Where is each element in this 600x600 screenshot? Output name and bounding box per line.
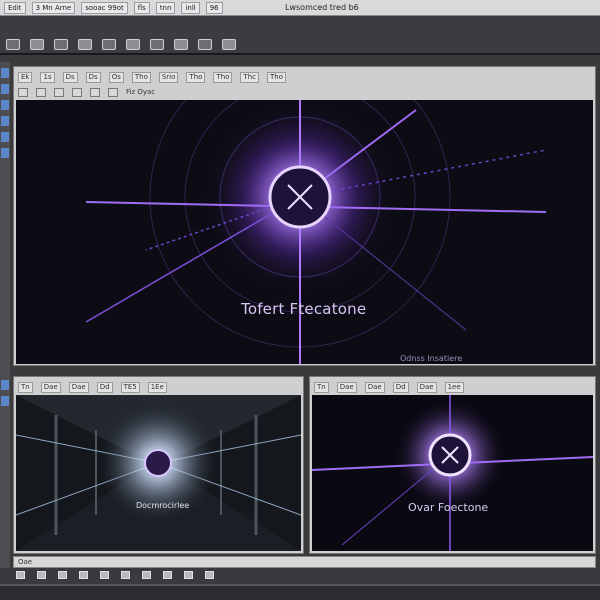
panel-tab[interactable]: Dae [68, 381, 89, 393]
panel-tab[interactable]: Tho [213, 71, 233, 83]
rail-marker-icon[interactable] [1, 84, 9, 94]
panel-tab[interactable]: Dae [40, 381, 61, 393]
transport-button-icon[interactable] [205, 571, 214, 579]
menu-item[interactable]: fls [133, 1, 150, 14]
tool-button-icon[interactable] [54, 39, 68, 50]
rail-marker-icon[interactable] [1, 148, 9, 158]
panel-tab[interactable]: Tho [186, 71, 206, 83]
right-panel-tabs: Tn Dae Dae Dd Dae 1ee [314, 381, 591, 393]
glow-artwork [312, 395, 593, 551]
main-viewer-panel: Ek 1s Ds Ds Os Tho Srio Tho Tho Thc Tho … [13, 66, 596, 366]
sub-tool-icon[interactable] [72, 87, 82, 97]
sub-tool-label: Fiz Oyac [126, 88, 156, 96]
tool-button-icon[interactable] [150, 39, 164, 50]
menu-item[interactable]: sooac 99ot [81, 1, 128, 14]
panel-tab[interactable]: TE5 [120, 381, 140, 393]
menu-items: Edit 3 Mn Arne sooac 99ot fls tnn inll 9… [0, 1, 223, 14]
sub-tool-icon[interactable] [18, 87, 28, 97]
rail-marker-icon[interactable] [1, 380, 9, 390]
transport-button-icon[interactable] [58, 571, 67, 579]
menu-bar: Edit 3 Mn Arne sooac 99ot fls tnn inll 9… [0, 0, 600, 16]
main-panel-tabs: Ek 1s Ds Ds Os Tho Srio Tho Tho Thc Tho [18, 71, 591, 83]
status-bar [0, 584, 600, 600]
preview-headline: Tofert Ftecatone [241, 300, 367, 318]
transport-button-icon[interactable] [142, 571, 151, 579]
transport-button-icon[interactable] [16, 571, 25, 579]
panel-tab[interactable]: Tn [314, 381, 329, 393]
panel-tab[interactable]: Dae [416, 381, 437, 393]
panel-tab[interactable]: 1s [40, 71, 55, 83]
panel-tab[interactable]: Tn [18, 381, 33, 393]
main-toolbar [0, 17, 600, 55]
sub-tool-icon[interactable] [36, 87, 46, 97]
tunnel-preview-canvas[interactable]: Docmrocirlee [16, 395, 301, 551]
right-preview-caption: Ovar Foectone [408, 501, 489, 514]
app-window: Edit 3 Mn Arne sooac 99ot fls tnn inll 9… [0, 0, 600, 600]
preview-subline: Odnss Insatiere [400, 354, 463, 363]
preview-panel-left: Tn Dae Dae Dd TE5 1Ee Docmrocirlee [13, 376, 304, 554]
tool-button-icon[interactable] [102, 39, 116, 50]
tool-button-icon[interactable] [30, 39, 44, 50]
panel-tab[interactable]: Srio [158, 71, 179, 83]
tunnel-artwork [16, 395, 301, 551]
panel-tab[interactable]: Tho [266, 71, 286, 83]
menu-item[interactable]: 3 Mn Arne [31, 1, 76, 14]
panel-tab[interactable]: Dd [96, 381, 113, 393]
panel-tab[interactable]: Dd [392, 381, 409, 393]
transport-button-icon[interactable] [184, 571, 193, 579]
left-tool-rail [0, 62, 10, 582]
transport-button-icon[interactable] [100, 571, 109, 579]
transport-button-icon[interactable] [79, 571, 88, 579]
transport-button-icon[interactable] [121, 571, 130, 579]
burst-artwork [16, 100, 593, 364]
timeline-bar[interactable]: Oae [13, 556, 596, 568]
panel-tab[interactable]: Ek [18, 71, 33, 83]
rail-marker-icon[interactable] [1, 396, 9, 406]
timeline-label: Oae [18, 558, 33, 566]
glow-preview-canvas[interactable]: Ovar Foectone [312, 395, 593, 551]
left-panel-tabs: Tn Dae Dae Dd TE5 1Ee [18, 381, 299, 393]
rail-marker-icon[interactable] [1, 132, 9, 142]
tool-button-icon[interactable] [198, 39, 212, 50]
rail-marker-icon[interactable] [1, 68, 9, 78]
main-panel-subbar: Fiz Oyac [18, 86, 591, 98]
transport-button-icon[interactable] [163, 571, 172, 579]
window-title: Lwsomced tred b6 [285, 3, 359, 12]
panel-tab[interactable]: Thc [240, 71, 259, 83]
tool-button-icon[interactable] [222, 39, 236, 50]
menu-item[interactable]: inll [181, 1, 200, 14]
left-preview-caption: Docmrocirlee [136, 501, 190, 510]
preview-panel-right: Tn Dae Dae Dd Dae 1ee Ovar Foectone [309, 376, 596, 554]
menu-item[interactable]: 96 [205, 1, 223, 14]
main-preview-canvas[interactable]: Tofert Ftecatone Odnss Insatiere [16, 100, 593, 364]
panel-tab[interactable]: Dae [364, 381, 385, 393]
menu-item[interactable]: tnn [155, 1, 176, 14]
panel-tab[interactable]: Tho [131, 71, 151, 83]
panel-tab[interactable]: Ds [62, 71, 78, 83]
tool-button-icon[interactable] [126, 39, 140, 50]
tool-button-icon[interactable] [78, 39, 92, 50]
tool-button-icon[interactable] [174, 39, 188, 50]
sub-tool-icon[interactable] [108, 87, 118, 97]
transport-bar [0, 568, 600, 582]
panel-tab[interactable]: 1Ee [147, 381, 167, 393]
tool-button-icon[interactable] [6, 39, 20, 50]
panel-tab[interactable]: 1ee [444, 381, 464, 393]
menu-item[interactable]: Edit [4, 1, 26, 14]
sub-tool-icon[interactable] [54, 87, 64, 97]
toolbar-buttons [6, 39, 236, 50]
panel-tab[interactable]: Ds [85, 71, 101, 83]
sub-tool-icon[interactable] [90, 87, 100, 97]
rail-marker-icon[interactable] [1, 116, 9, 126]
panel-tab[interactable]: Os [108, 71, 124, 83]
panel-tab[interactable]: Dae [336, 381, 357, 393]
transport-button-icon[interactable] [37, 571, 46, 579]
rail-marker-icon[interactable] [1, 100, 9, 110]
